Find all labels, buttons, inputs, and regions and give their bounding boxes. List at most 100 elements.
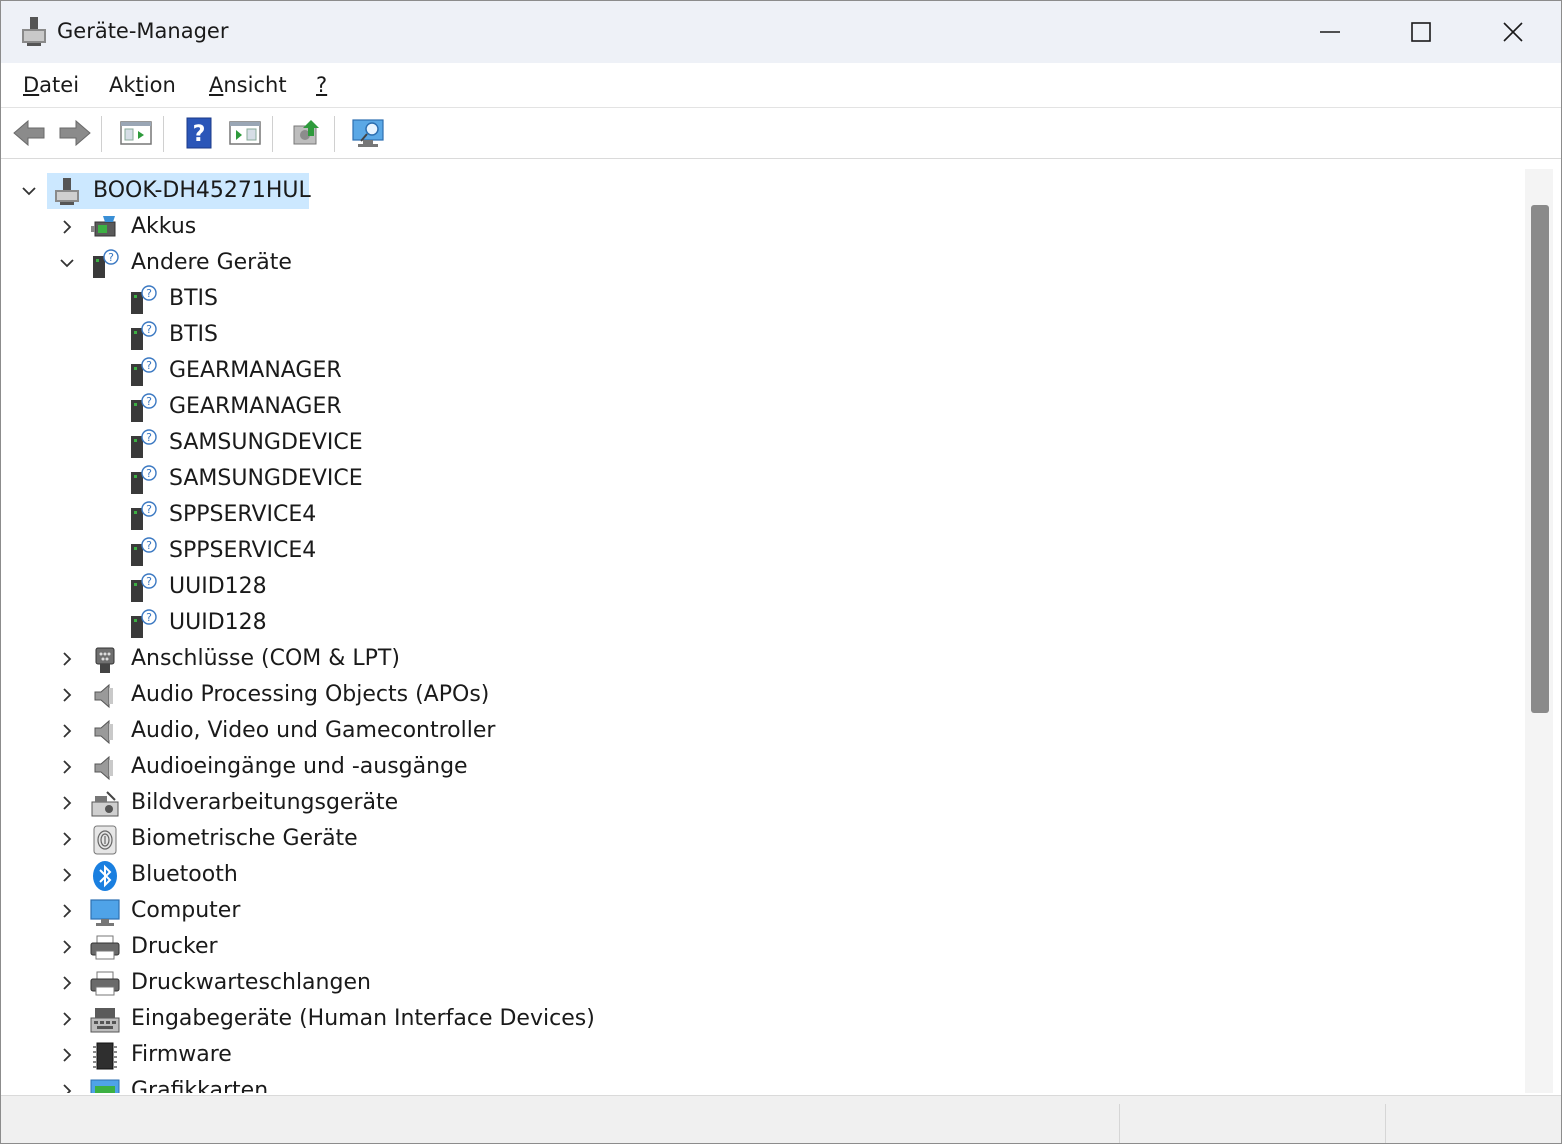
tree-device-item[interactable]: ? BTIS [5,317,1505,353]
tree-category-apos[interactable]: Audio Processing Objects (APOs) [5,677,1505,713]
chevron-right-icon[interactable] [59,903,75,919]
chevron-right-icon[interactable] [59,1011,75,1027]
tree-device-item[interactable]: ? SAMSUNGDEVICE [5,425,1505,461]
unknown-device-icon: ? [131,573,157,602]
svg-text:?: ? [146,539,152,552]
tree-category-computer[interactable]: Computer [5,893,1505,929]
menu-aktion-mnemonic: t [135,73,144,97]
menu-ansicht[interactable]: Ansicht [209,73,287,97]
svg-text:?: ? [146,611,152,624]
tree-device-item[interactable]: ? GEARMANAGER [5,389,1505,425]
menu-aktion-pre: Ak [109,73,136,97]
minimize-button[interactable] [1284,1,1376,63]
chevron-down-icon[interactable] [21,183,37,199]
chevron-right-icon[interactable] [59,759,75,775]
toolbar-separator [272,116,273,152]
device-label: BTIS [169,322,218,347]
tree-category-audio-io[interactable]: Audioeingänge und -ausgänge [5,749,1505,785]
tree-category-display-adapters[interactable]: Grafikkarten [5,1073,1505,1093]
category-label: Audio, Video und Gamecontroller [131,718,496,743]
menu-datei[interactable]: Datei [23,73,79,97]
chevron-right-icon[interactable] [59,795,75,811]
status-bar [1,1095,1561,1143]
chevron-right-icon[interactable] [59,651,75,667]
svg-text:?: ? [146,323,152,336]
device-label: SAMSUNGDEVICE [169,430,363,455]
tree-device-item[interactable]: ? UUID128 [5,569,1505,605]
printer-icon [90,971,120,996]
chevron-right-icon[interactable] [59,867,75,883]
category-label: Audioeingänge und -ausgänge [131,754,468,779]
tree-device-item[interactable]: ? SPPSERVICE4 [5,497,1505,533]
chevron-right-icon[interactable] [59,687,75,703]
maximize-button[interactable] [1375,1,1467,63]
chevron-right-icon[interactable] [59,723,75,739]
device-label: GEARMANAGER [169,358,342,383]
tree-category-hid[interactable]: Eingabegeräte (Human Interface Devices) [5,1001,1505,1037]
speaker-icon [94,683,113,709]
unknown-device-icon: ? [131,285,157,314]
window-title: Geräte-Manager [57,19,229,43]
tree-category-biometric[interactable]: Biometrische Geräte [5,821,1505,857]
svg-text:?: ? [108,251,114,264]
category-label: Bluetooth [131,862,238,887]
properties-console-icon[interactable] [118,116,154,150]
menu-ansicht-rest: nsicht [223,73,287,97]
tree-device-item[interactable]: ? SPPSERVICE4 [5,533,1505,569]
menu-aktion[interactable]: Aktion [109,73,176,97]
menu-bar: Datei Aktion Ansicht ? [1,63,1561,108]
category-label: Biometrische Geräte [131,826,358,851]
tree-category-printer[interactable]: Drucker [5,929,1505,965]
chevron-right-icon[interactable] [59,831,75,847]
computer-root-icon [55,178,79,205]
device-manager-window: Geräte-Manager Datei Aktion Ansicht ? ? … [0,0,1562,1144]
chevron-right-icon[interactable] [59,1083,75,1093]
scrollbar-thumb[interactable] [1531,205,1549,713]
tree-category-audio-video[interactable]: Audio, Video und Gamecontroller [5,713,1505,749]
tree-category-andere-geraete[interactable]: ? Andere Geräte [5,245,1505,281]
tree-root[interactable]: BOOK-DH45271HUL [5,173,1505,209]
unknown-device-icon: ? [131,429,157,458]
forward-arrow-icon[interactable] [57,116,93,150]
tree-category-bluetooth[interactable]: Bluetooth [5,857,1505,893]
device-label: UUID128 [169,610,267,635]
chevron-right-icon[interactable] [59,219,75,235]
toolbar-separator [101,116,102,152]
bluetooth-icon [93,861,117,891]
run-console-icon[interactable] [227,116,263,150]
tree-category-print-queue[interactable]: Druckwarteschlangen [5,965,1505,1001]
tree-category-imaging[interactable]: Bildverarbeitungsgeräte [5,785,1505,821]
scan-hardware-icon[interactable] [351,116,387,150]
menu-help[interactable]: ? [316,73,327,97]
help-icon[interactable]: ? [181,116,217,150]
unknown-device-icon: ? [131,609,157,638]
chevron-down-icon[interactable] [59,255,75,271]
toolbar: ? [1,108,1561,159]
device-label: SPPSERVICE4 [169,538,317,563]
tree-device-item[interactable]: ? GEARMANAGER [5,353,1505,389]
chevron-right-icon[interactable] [59,975,75,991]
update-driver-icon[interactable] [289,116,325,150]
close-button[interactable] [1467,1,1559,63]
printer-icon [90,935,120,960]
tree-device-item[interactable]: ? SAMSUNGDEVICE [5,461,1505,497]
title-bar[interactable]: Geräte-Manager [1,1,1561,63]
device-label: SAMSUNGDEVICE [169,466,363,491]
chevron-right-icon[interactable] [59,939,75,955]
chevron-right-icon[interactable] [59,1047,75,1063]
tree-category-akkus[interactable]: Akkus [5,209,1505,245]
tree-category-firmware[interactable]: Firmware [5,1037,1505,1073]
tree-category-anschluesse[interactable]: Anschlüsse (COM & LPT) [5,641,1505,677]
status-separator [1385,1104,1386,1143]
svg-text:?: ? [146,575,152,588]
unknown-device-icon: ? [93,249,119,278]
category-label: Drucker [131,934,218,959]
tree-device-item[interactable]: ? BTIS [5,281,1505,317]
tree-device-item[interactable]: ? UUID128 [5,605,1505,641]
category-label: Druckwarteschlangen [131,970,371,995]
menu-ansicht-mnemonic: A [209,73,224,97]
back-arrow-icon[interactable] [11,116,47,150]
device-tree[interactable]: BOOK-DH45271HUL Akkus ? Andere Geräte ? … [5,169,1523,1093]
speaker-icon [94,719,113,745]
category-label: Andere Geräte [131,250,292,275]
